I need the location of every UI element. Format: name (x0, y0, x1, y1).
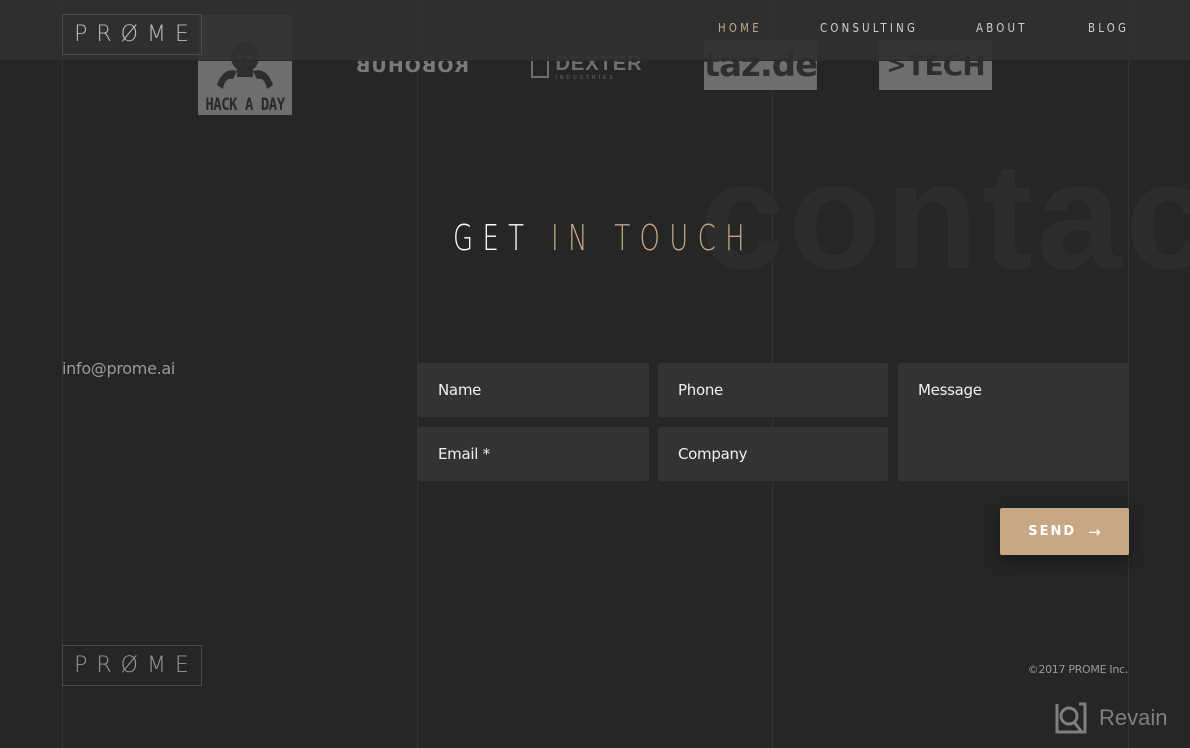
section-heading: GET IN TOUCH (453, 218, 754, 259)
contact-email-link[interactable]: info@prome.ai (62, 359, 175, 378)
name-input[interactable] (418, 363, 649, 417)
revain-watermark: Revain (1055, 702, 1167, 734)
nav-blog[interactable]: BLOG (1088, 21, 1129, 35)
press-logo-text: HACK A DAY (205, 95, 285, 115)
background-word: contact (700, 131, 1190, 301)
message-textarea[interactable] (898, 363, 1129, 481)
send-button[interactable]: SEND → (1000, 508, 1129, 555)
revain-label: Revain (1099, 705, 1168, 730)
footer-brand-logo[interactable]: PRØME (62, 645, 202, 686)
arrow-right-icon: → (1088, 522, 1101, 541)
heading-part-2: IN TOUCH (550, 218, 754, 259)
email-input[interactable] (418, 427, 649, 481)
copyright-text: ©2017 PROME Inc. (1027, 663, 1129, 676)
site-header: PRØME HOME CONSULTING ABOUT BLOG (0, 0, 1190, 61)
nav-about[interactable]: ABOUT (976, 21, 1028, 35)
nav-consulting[interactable]: CONSULTING (820, 21, 918, 35)
revain-logo-icon (1055, 702, 1087, 734)
company-input[interactable] (658, 427, 888, 481)
brand-logo[interactable]: PRØME (62, 14, 202, 55)
nav-home[interactable]: HOME (718, 21, 762, 35)
send-button-label: SEND (1028, 524, 1077, 539)
press-logo-subtext: INDUSTRIES (555, 74, 616, 81)
heading-part-1: GET (453, 218, 534, 259)
phone-input[interactable] (658, 363, 888, 417)
